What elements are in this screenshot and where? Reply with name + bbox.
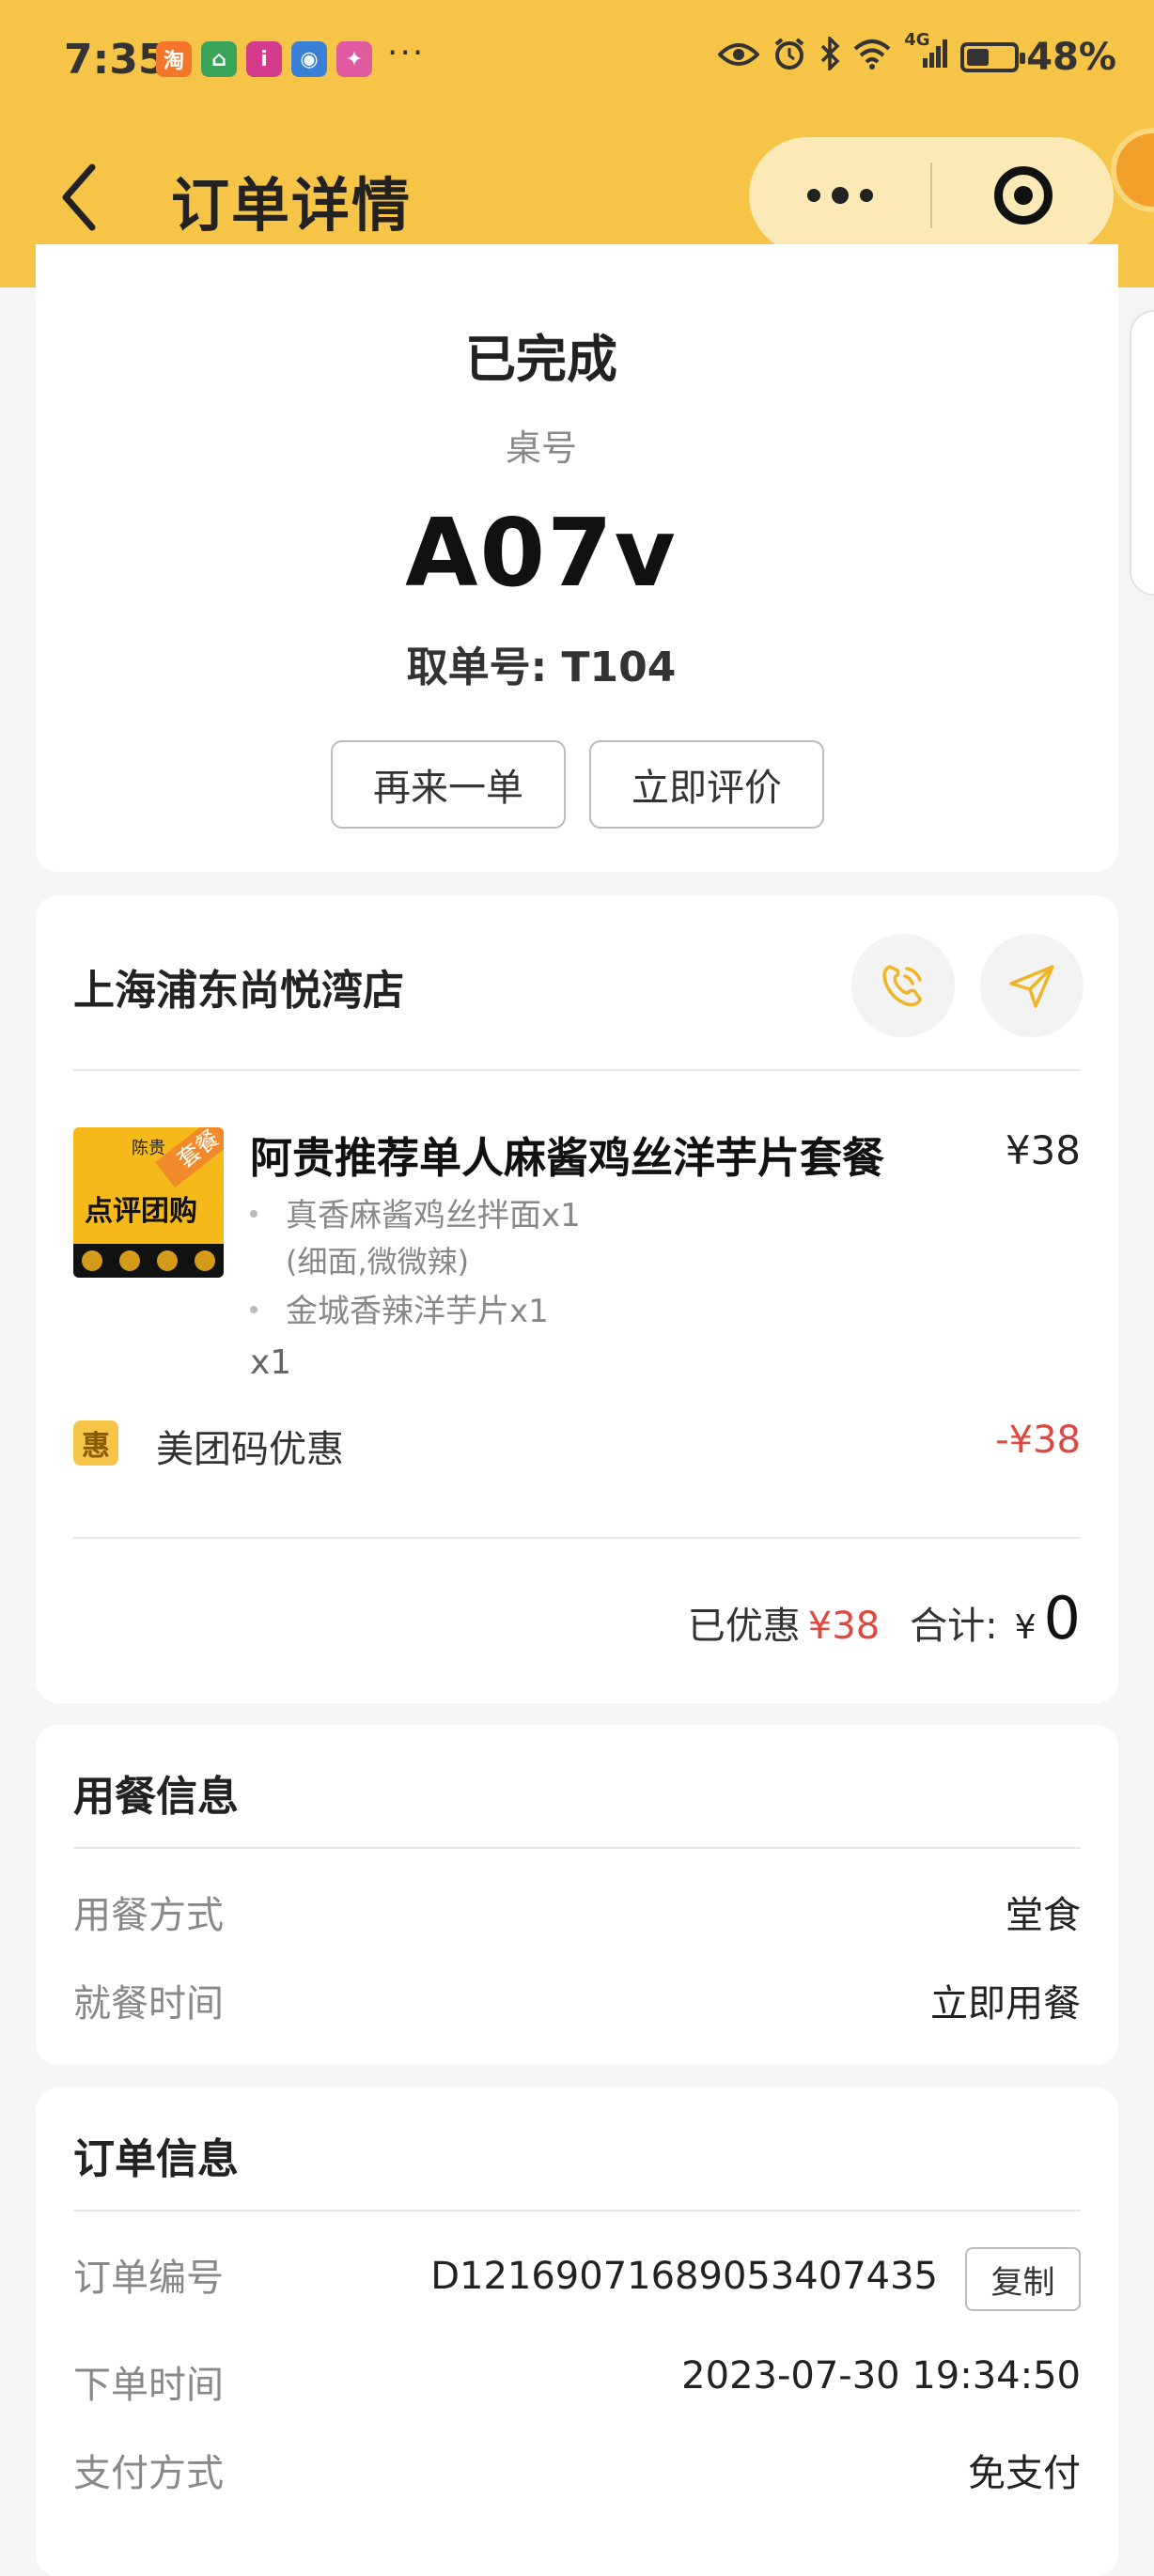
dining-info-title: 用餐信息 <box>73 1773 239 1821</box>
dining-time-value: 立即用餐 <box>930 1982 1081 2025</box>
item-quantity: x1 <box>250 1343 292 1382</box>
dot <box>859 189 873 202</box>
page-title: 订单详情 <box>171 171 413 240</box>
order-time-value: 2023-07-30 19:34:50 <box>681 2354 1081 2398</box>
bullet <box>250 1210 257 1218</box>
table-label: 桌号 <box>505 427 577 469</box>
reorder-button[interactable]: 再来一单 <box>331 740 566 829</box>
item-image[interactable]: 陈贵 点评团购 套餐 <box>73 1127 224 1278</box>
battery-percent: 48% <box>1026 36 1116 79</box>
navigation-arrow-icon <box>1009 965 1054 1008</box>
item-sub-1-note: (细面,微微辣) <box>286 1244 470 1280</box>
home-app-icon: ⌂ <box>201 41 237 77</box>
order-time-label: 下单时间 <box>73 2364 224 2407</box>
battery-fill <box>967 49 990 66</box>
battery-indicator: 48% <box>960 36 1116 79</box>
coin <box>157 1250 178 1271</box>
info-app-icon: i <box>246 41 282 77</box>
copy-order-number-button[interactable]: 复制 <box>965 2247 1081 2311</box>
item-sub-1: 真香麻酱鸡丝拌面x1 <box>286 1197 581 1234</box>
discount-label: 已优惠 <box>687 1605 801 1648</box>
divider <box>73 1847 1081 1849</box>
order-number-value: D12169071689053407435 <box>430 2255 938 2298</box>
pickup-number: 取单号: T104 <box>406 644 677 691</box>
dining-time-label: 就餐时间 <box>73 1982 224 2025</box>
dining-method-label: 用餐方式 <box>73 1894 224 1937</box>
status-time: 7:35 <box>64 36 167 84</box>
dot <box>806 189 820 202</box>
promo-amount: -¥38 <box>995 1419 1081 1462</box>
discount-amount: ¥38 <box>807 1605 881 1648</box>
payment-method-label: 支付方式 <box>73 2452 224 2495</box>
order-totals: 已优惠 ¥38 合计: ¥ 0 <box>688 1584 1081 1653</box>
store-order-card <box>36 895 1118 1703</box>
item-price: ¥38 <box>1005 1127 1081 1173</box>
item-image-stripe <box>73 1244 224 1278</box>
eye-icon <box>717 39 761 77</box>
dot <box>831 187 849 204</box>
item-image-tag: 套餐 <box>155 1127 224 1188</box>
wifi-icon <box>853 38 891 78</box>
bullet <box>250 1306 257 1313</box>
dining-method-value: 堂食 <box>1006 1894 1081 1937</box>
item-sub-2: 金城香辣洋芋片x1 <box>286 1293 549 1330</box>
target-icon <box>993 166 1053 225</box>
call-store-button[interactable] <box>851 934 955 1037</box>
coin <box>82 1250 102 1271</box>
coin <box>119 1250 140 1271</box>
order-info-title: 订单信息 <box>73 2135 239 2183</box>
item-image-brand: 陈贵 <box>132 1139 165 1158</box>
discount-badge-icon: 惠 <box>73 1420 118 1466</box>
taobao-icon: 淘 <box>156 41 192 77</box>
close-mini-program-button[interactable] <box>932 137 1114 254</box>
mini-program-capsule <box>749 137 1114 254</box>
network-type: 4G <box>904 29 930 50</box>
divider <box>73 2210 1081 2211</box>
more-notifications-icon: ··· <box>387 34 426 72</box>
cellular-signal-icon: 4G <box>904 30 948 78</box>
floating-badge-icon[interactable] <box>1111 128 1154 212</box>
promo-label: 美团码优惠 <box>156 1428 344 1471</box>
status-bar: 7:35 淘 ⌂ i ◉ ✦ ··· 4G 48% <box>0 0 1154 122</box>
side-floating-card[interactable] <box>1130 310 1154 596</box>
payment-method-value: 免支付 <box>968 2452 1081 2495</box>
divider <box>73 1069 1081 1071</box>
more-menu-button[interactable] <box>749 137 930 254</box>
system-icons: 4G 48% <box>717 30 1116 79</box>
globe-app-icon: ◉ <box>291 41 327 77</box>
currency-symbol: ¥ <box>1014 1608 1037 1647</box>
total-label: 合计: <box>910 1605 998 1648</box>
divider <box>73 1537 1081 1539</box>
coin <box>195 1250 215 1271</box>
phone-icon <box>882 965 922 1007</box>
order-number-label: 订单编号 <box>73 2257 224 2300</box>
chevron-left-icon <box>62 163 96 231</box>
alarm-icon <box>772 37 806 79</box>
battery-icon <box>960 42 1026 72</box>
target-icon-center <box>1013 186 1033 205</box>
colorful-app-icon: ✦ <box>336 41 372 77</box>
notification-icons: 淘 ⌂ i ◉ ✦ <box>156 41 372 77</box>
review-button[interactable]: 立即评价 <box>589 740 824 829</box>
bluetooth-icon <box>819 34 840 79</box>
item-title[interactable]: 阿贵推荐单人麻酱鸡丝洋芋片套餐 <box>250 1124 884 1185</box>
order-status: 已完成 <box>465 330 617 389</box>
back-button[interactable] <box>56 160 103 235</box>
navigate-button[interactable] <box>980 934 1084 1037</box>
table-number: A07v <box>405 498 678 608</box>
total-amount: 0 <box>1043 1584 1081 1653</box>
item-image-text: 点评团购 <box>85 1195 197 1228</box>
store-name[interactable]: 上海浦东尚悦湾店 <box>73 956 404 1016</box>
